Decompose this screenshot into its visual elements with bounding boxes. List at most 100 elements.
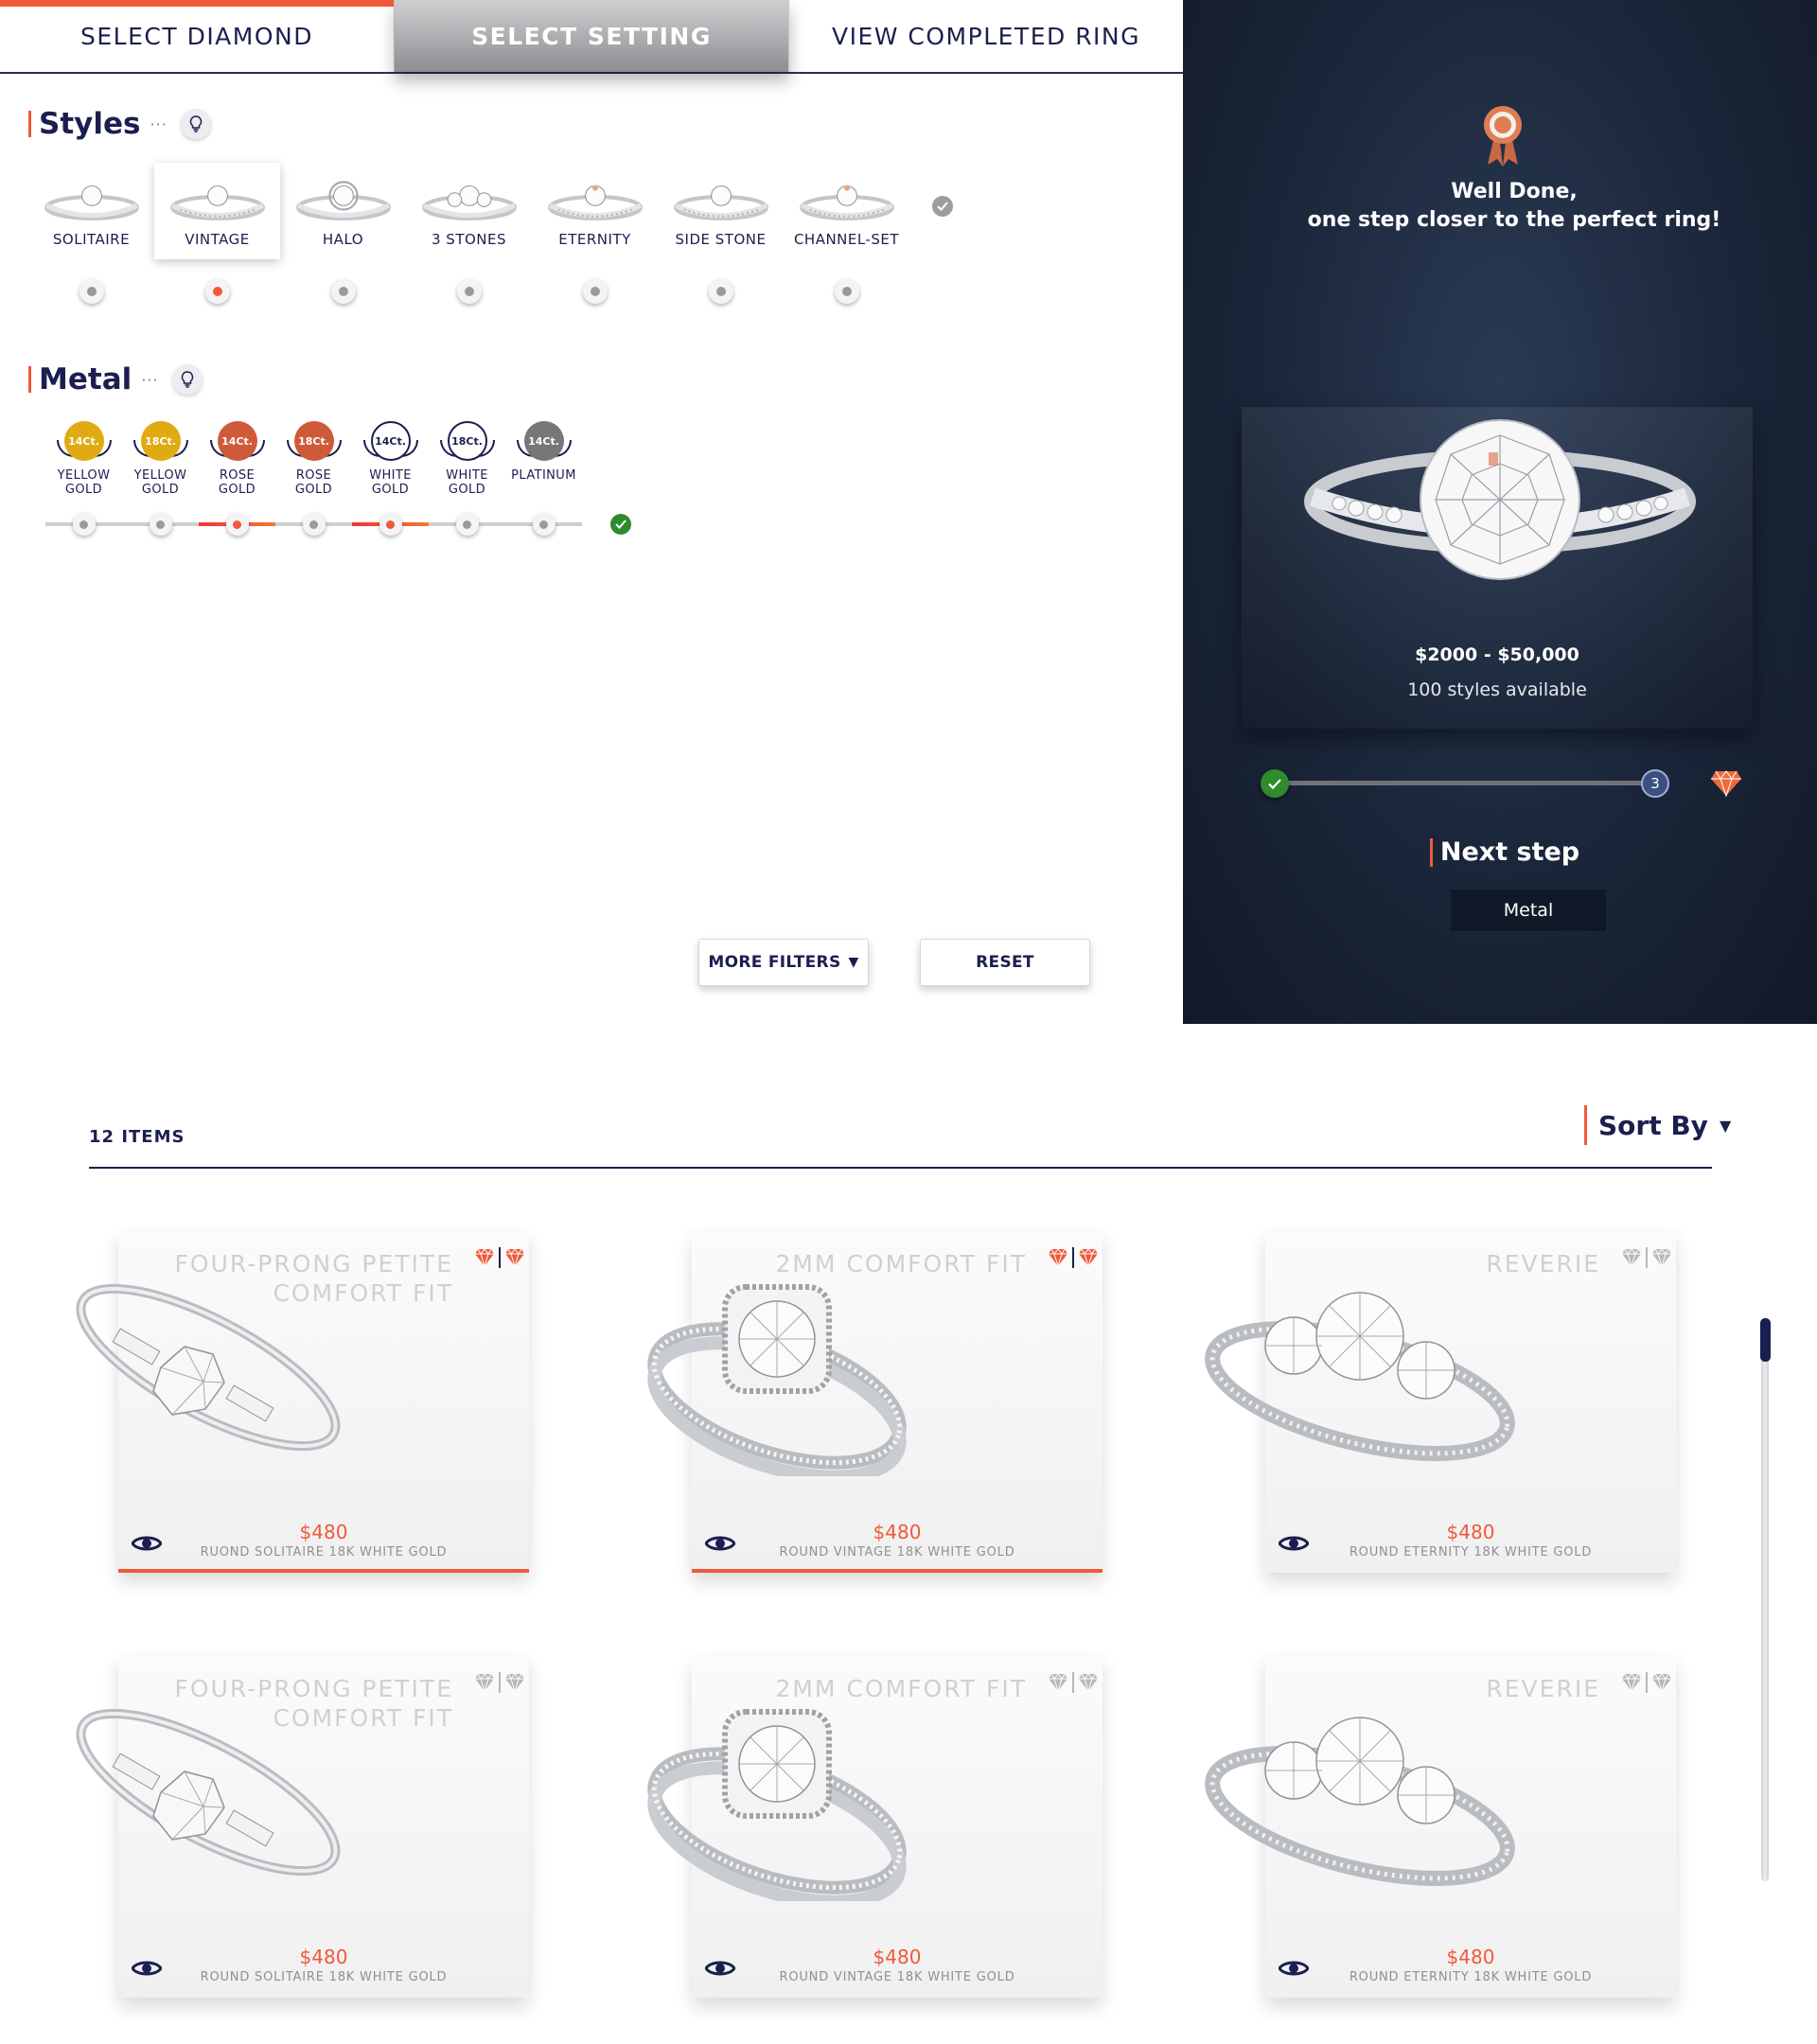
style-option[interactable]: CHANNEL-SET [784,163,909,259]
karat-badge: 18Ct. [145,434,176,448]
next-step-value[interactable]: Metal [1451,890,1606,931]
ring-style-icon [44,185,139,220]
metal-knob[interactable] [225,513,249,536]
metal-knob[interactable] [455,513,479,536]
metal-heading: Metal ··· [28,362,203,396]
sort-by-dropdown[interactable]: Sort By ▼ [1584,1105,1731,1145]
style-radio[interactable] [708,279,733,304]
next-step-title: Next step [1439,837,1580,867]
product-diamond-rating [1621,1247,1672,1268]
metal-label-line1: YELLOW [57,468,111,483]
items-count: 12 ITEMS [89,1127,185,1147]
metal-label-line1: ROSE [295,468,332,483]
metal-option[interactable]: 18Ct. YELLOW GOLD [122,418,199,497]
style-radio-wrapper [784,279,909,304]
style-option[interactable]: HALO [280,163,406,259]
metal-label-line2: GOLD [141,483,180,497]
quick-view-eye-icon[interactable] [131,1533,163,1558]
tab-select-diamond[interactable]: SELECT DIAMOND [0,0,395,72]
styles-heading: Styles ··· [28,107,211,141]
ring-style-icon [169,185,265,220]
knob-dot [539,520,548,529]
tab-select-setting[interactable]: SELECT SETTING [395,0,789,72]
karat-badge: 14Ct. [221,434,253,448]
diamond-icon [1079,1673,1098,1692]
metal-knob[interactable] [379,513,402,536]
product-diamond-rating [1621,1672,1672,1693]
style-option[interactable]: ETERNITY [532,163,658,259]
metal-label-line2: GOLD [294,483,333,497]
metal-option[interactable]: 14Ct. PLATINUM [505,418,582,497]
radio-dot [86,287,97,296]
style-radio[interactable] [330,279,356,304]
styles-tip-button[interactable] [180,109,211,139]
congrats-line2: one step closer to the perfect ring! [1307,208,1721,232]
more-filters-label: MORE FILTERS [708,953,841,972]
karat-badge: 14Ct. [375,434,406,448]
knob-dot [156,520,165,529]
rating-separator [1646,1247,1648,1268]
style-label: ETERNITY [558,231,631,248]
style-label: SOLITAIRE [52,231,131,248]
metal-title: Metal [39,362,132,396]
diamond-icon [505,1673,524,1692]
reset-label: RESET [976,953,1034,972]
karat-badge: 14Ct. [68,434,99,448]
style-radio[interactable] [834,279,859,304]
style-radio[interactable] [79,279,104,304]
quick-view-eye-icon[interactable] [1278,1958,1310,1982]
reset-button[interactable]: RESET [920,939,1090,986]
metal-knob[interactable] [72,513,96,536]
metal-option[interactable]: 14Ct. WHITE GOLD [352,418,429,497]
product-image[interactable] [635,1693,919,1909]
metal-tip-button[interactable] [171,364,203,395]
radio-dot [841,287,852,296]
award-ribbon-icon [1484,106,1522,167]
scrollbar-track[interactable] [1761,1318,1769,1881]
metal-label-line2: GOLD [371,483,410,497]
rating-separator [1646,1672,1648,1693]
metal-swatch: 18Ct. [140,421,181,461]
style-label: CHANNEL-SET [793,231,900,248]
ring-style-icon [421,185,517,220]
product-image[interactable] [57,1273,360,1475]
product-image[interactable] [1190,1278,1530,1480]
heading-dots: ··· [141,370,159,389]
heading-dots: ··· [150,115,168,133]
quick-view-eye-icon[interactable] [704,1533,736,1558]
metal-option[interactable]: 18Ct. ROSE GOLD [275,418,352,497]
metal-knob[interactable] [302,513,326,536]
product-ring-image [76,1283,341,1452]
quick-view-eye-icon[interactable] [704,1958,736,1982]
styles-check-icon [932,196,953,217]
style-radio-wrapper [532,279,658,304]
metal-knob[interactable] [532,513,556,536]
product-description: ROUND VINTAGE 18K WHITE GOLD [779,1545,1015,1559]
tab-view-completed-ring[interactable]: VIEW COMPLETED RING [789,0,1183,72]
scrollbar-thumb[interactable] [1760,1318,1771,1362]
quick-view-eye-icon[interactable] [131,1958,163,1982]
metal-knob[interactable] [149,513,172,536]
metal-label-line2: GOLD [64,483,103,497]
style-option[interactable]: SIDE STONE [658,163,784,259]
product-image[interactable] [1190,1702,1530,1905]
metal-option[interactable]: 18Ct. WHITE GOLD [429,418,505,497]
style-option[interactable]: VINTAGE [154,163,280,259]
product-ring-image [647,1709,907,1909]
metal-label-line1: WHITE [446,468,488,483]
metal-option[interactable]: 14Ct. ROSE GOLD [199,418,275,497]
style-radio[interactable] [582,279,608,304]
metal-option[interactable]: 14Ct. YELLOW GOLD [45,418,122,497]
quick-view-eye-icon[interactable] [1278,1533,1310,1558]
product-image[interactable] [57,1698,360,1900]
style-radio[interactable] [456,279,482,304]
style-option[interactable]: SOLITAIRE [28,163,154,259]
style-option[interactable]: 3 STONES [406,163,532,259]
more-filters-button[interactable]: MORE FILTERS ▼ [698,939,869,986]
step-tabs: SELECT DIAMOND SELECT SETTING VIEW COMPL… [0,0,1183,74]
product-image[interactable] [635,1268,919,1484]
metal-knob-wrapper [122,513,199,536]
style-radio-wrapper [28,279,154,304]
style-radio[interactable] [204,279,230,304]
metal-swatch: 14Ct. [523,421,564,461]
